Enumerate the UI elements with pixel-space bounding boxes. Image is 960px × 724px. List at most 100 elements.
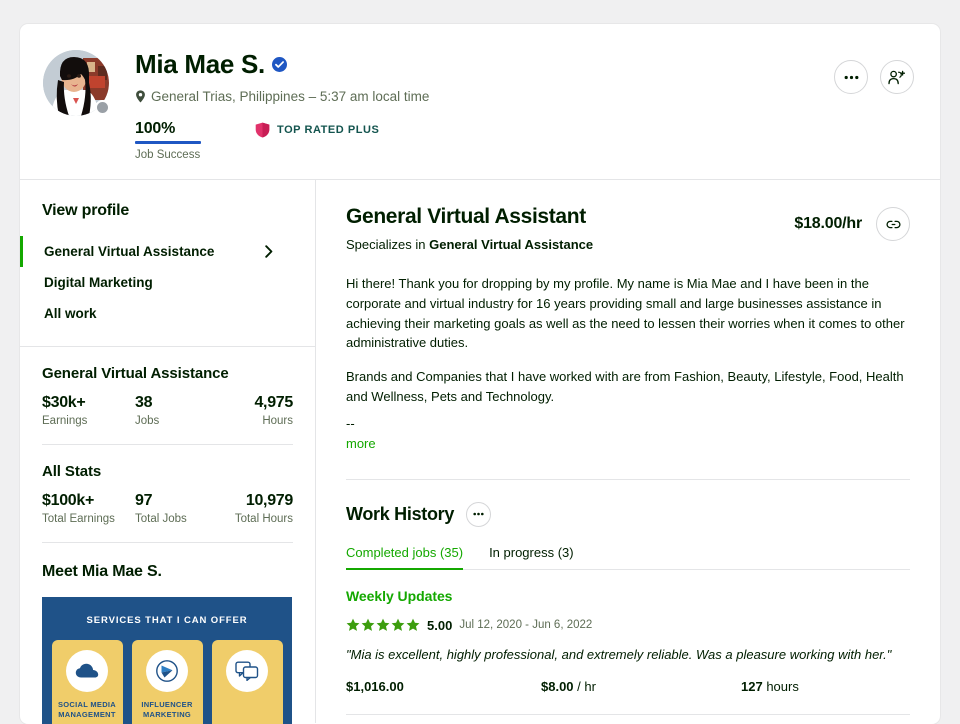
promo-headline: SERVICES THAT I CAN OFFER <box>86 615 248 626</box>
stat-label: Earnings <box>42 415 88 427</box>
page-title: Mia Mae S. <box>135 49 265 79</box>
verified-badge-icon <box>271 56 287 72</box>
job-rate: $8.00 / hr <box>541 679 741 694</box>
copy-link-button[interactable] <box>876 207 910 241</box>
star-icon <box>391 618 405 632</box>
status-indicator <box>95 100 110 115</box>
all-stats-row: $100k+ Total Earnings 97 Total Jobs 10,9… <box>42 492 293 525</box>
bio-paragraph: Brands and Companies that I have worked … <box>346 369 904 404</box>
location-pin-icon <box>136 90 145 103</box>
content-columns: View profile General Virtual Assistance … <box>20 180 940 724</box>
header-actions <box>834 60 914 94</box>
sidebar-top: View profile General Virtual Assistance … <box>20 180 315 329</box>
view-profile-heading: View profile <box>42 202 130 219</box>
promo-card-icon <box>66 650 108 692</box>
tab-completed-jobs[interactable]: Completed jobs (35) <box>346 545 464 570</box>
summary-header-right: $18.00/hr <box>794 204 910 241</box>
work-history-section: Work History Completed jobs (35) In prog… <box>316 480 940 724</box>
meet-section: Meet Mia Mae S. SERVICES THAT I CAN OFFE… <box>20 543 315 724</box>
cloud-icon <box>75 663 99 678</box>
stat-total-hours: 10,979 Total Hours <box>214 492 293 525</box>
work-history-title: Work History <box>346 503 455 524</box>
hourly-rate: $18.00/hr <box>794 215 862 232</box>
summary-header-left: General Virtual Assistant Specializes in… <box>346 204 794 252</box>
bio: Hi there! Thank you for dropping by my p… <box>346 274 910 453</box>
megaphone-icon <box>156 660 178 682</box>
stat-label: Total Earnings <box>42 513 115 525</box>
stat-value: 38 <box>135 394 153 411</box>
profile-card: Mia Mae S. General Trias, Philippines – … <box>20 24 940 724</box>
profile-header: Mia Mae S. General Trias, Philippines – … <box>20 24 940 180</box>
all-stats-heading: All Stats <box>42 463 102 480</box>
promo-card-label: SOCIAL MEDIA MANAGEMENT <box>57 700 117 720</box>
work-history-more-button[interactable] <box>466 501 492 527</box>
stat-hours: 4,975 Hours <box>214 394 293 427</box>
sidebar-item-general-virtual-assistance[interactable]: General Virtual Assistance <box>20 236 293 267</box>
more-options-button[interactable] <box>834 60 868 94</box>
ellipsis-icon <box>473 512 484 516</box>
stat-value: 97 <box>135 492 153 509</box>
specializes-value: General Virtual Assistance <box>429 237 594 253</box>
job-feedback-quote: "Mia is excellent, highly professional, … <box>346 646 892 662</box>
job-success-label: Job Success <box>135 148 201 161</box>
job-success-percent: 100% <box>135 119 176 137</box>
promo-card: SOCIAL MEDIA MANAGEMENT <box>51 640 123 724</box>
job-earned: $1,016.00 <box>346 678 404 694</box>
sidebar-item-label: General Virtual Assistance <box>44 244 215 259</box>
promo-image[interactable]: SERVICES THAT I CAN OFFER SOCIAL MEDIA M… <box>42 597 292 724</box>
all-stats: All Stats $100k+ Total Earnings 97 Total… <box>20 445 315 525</box>
star-icon <box>376 618 390 632</box>
star-icon <box>346 618 360 632</box>
main-content: General Virtual Assistant Specializes in… <box>316 180 940 723</box>
location-text: General Trias, Philippines – 5:37 am loc… <box>151 88 430 104</box>
promo-card: INFLUENCER MARKETING <box>131 640 203 724</box>
specialty-stats: General Virtual Assistance $30k+ Earning… <box>20 347 315 427</box>
star-icon <box>406 618 420 632</box>
meet-heading: Meet Mia Mae S. <box>42 563 162 580</box>
promo-card-icon <box>146 650 188 692</box>
job-title-link[interactable]: Weekly Updates <box>346 588 910 604</box>
stat-value: $30k+ <box>42 394 86 411</box>
stat-value: 4,975 <box>254 394 293 411</box>
bio-more-link[interactable]: more <box>346 436 376 451</box>
stat-label: Total Jobs <box>135 513 187 525</box>
job-success-block: 100% Job Success <box>135 120 201 161</box>
promo-card-icon <box>226 650 268 692</box>
tab-in-progress[interactable]: In progress (3) <box>489 545 574 569</box>
promo-cards: SOCIAL MEDIA MANAGEMENT INFLUENCER MARKE… <box>42 640 292 724</box>
name-row: Mia Mae S. <box>135 50 810 79</box>
badges-row: 100% Job Success TOP RATED PLUS <box>135 120 810 161</box>
job-success-bar <box>135 140 201 144</box>
sidebar-item-all-work[interactable]: All work <box>42 298 293 329</box>
stat-value: $100k+ <box>42 492 95 509</box>
stat-label: Hours <box>262 415 293 427</box>
chat-bubbles-icon <box>235 661 259 681</box>
sidebar: View profile General Virtual Assistance … <box>20 180 316 724</box>
star-rating <box>346 618 420 632</box>
job-entry: Virtual Assistant needed for Media and C… <box>346 715 910 724</box>
job-hours: 127 hours <box>741 679 910 694</box>
specialty-stats-heading: General Virtual Assistance <box>42 365 229 382</box>
profile-summary: General Virtual Assistant Specializes in… <box>316 180 940 480</box>
job-rating-row: 5.00 Jul 12, 2020 - Jun 6, 2022 <box>346 618 910 633</box>
avatar-wrapper[interactable] <box>43 50 110 116</box>
job-date-range: Jul 12, 2020 - Jun 6, 2022 <box>459 619 593 632</box>
star-icon <box>361 618 375 632</box>
job-hours-value: 127 <box>741 678 763 694</box>
chevron-right-icon <box>265 245 273 258</box>
add-person-icon <box>888 70 906 84</box>
top-rated-plus-label: TOP RATED PLUS <box>277 123 380 136</box>
stat-total-earnings: $100k+ Total Earnings <box>42 492 121 525</box>
stat-label: Jobs <box>135 415 160 427</box>
sidebar-item-digital-marketing[interactable]: Digital Marketing <box>42 267 293 298</box>
sidebar-item-label: All work <box>44 306 97 321</box>
job-meta-row: $1,016.00 $8.00 / hr 127 hours <box>346 679 910 694</box>
summary-header: General Virtual Assistant Specializes in… <box>346 204 910 252</box>
stat-value: 10,979 <box>245 492 293 509</box>
location-row: General Trias, Philippines – 5:37 am loc… <box>135 89 810 104</box>
stat-jobs: 38 Jobs <box>121 394 214 427</box>
sidebar-item-label: Digital Marketing <box>44 275 153 290</box>
ellipsis-icon <box>844 75 858 79</box>
invite-to-job-button[interactable] <box>880 60 914 94</box>
work-history-tabs: Completed jobs (35) In progress (3) <box>346 545 910 570</box>
